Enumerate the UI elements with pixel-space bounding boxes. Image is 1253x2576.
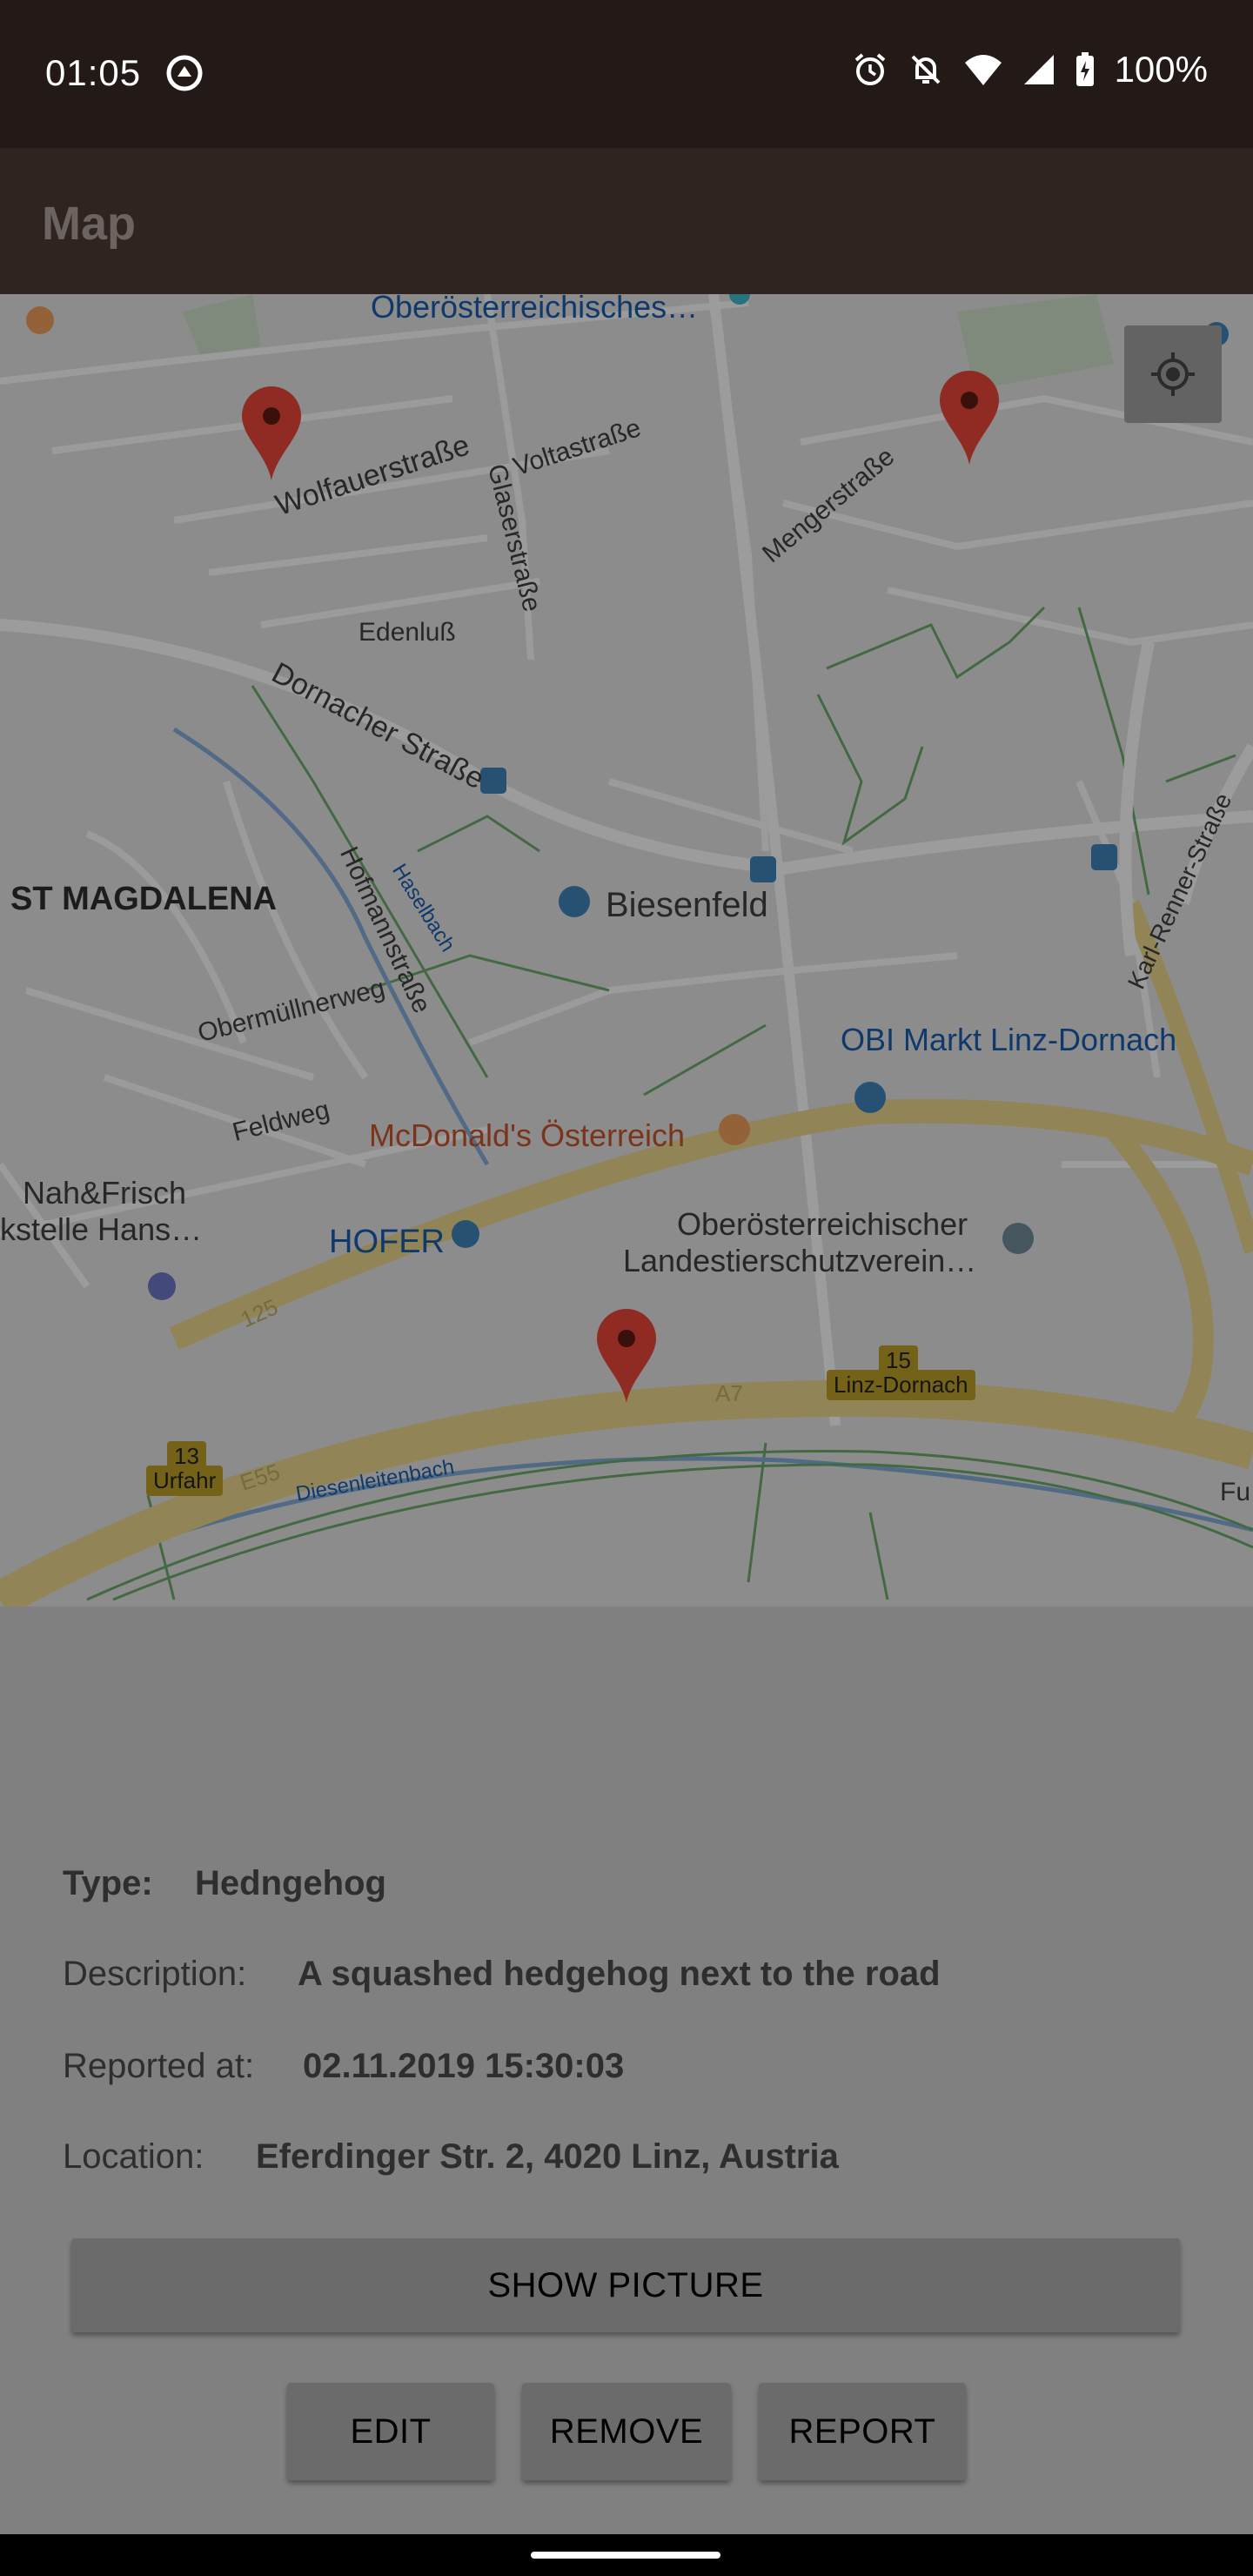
- notifications-off-icon: [911, 55, 940, 84]
- status-icons: 100%: [852, 49, 1208, 91]
- reported-label: Reported at:: [63, 2047, 255, 2085]
- description-row: Description: A squashed hedgehog next to …: [63, 1955, 941, 1994]
- report-button[interactable]: REPORT: [759, 2383, 966, 2480]
- type-label: Type:: [63, 1864, 153, 1902]
- alarm-icon: [854, 53, 885, 85]
- battery-percentage: 100%: [1114, 49, 1208, 90]
- wifi-icon: [964, 55, 1002, 85]
- location-label: Location:: [63, 2137, 204, 2176]
- app-bar: Map: [0, 148, 1253, 294]
- remove-button[interactable]: REMOVE: [522, 2383, 731, 2480]
- show-picture-button[interactable]: SHOW PICTURE: [71, 2238, 1180, 2332]
- navigation-bar: [0, 2534, 1253, 2576]
- location-row: Location: Eferdinger Str. 2, 4020 Linz, A…: [63, 2137, 839, 2177]
- battery-charging-icon: [1075, 52, 1094, 86]
- signal-icon: [1023, 55, 1054, 84]
- type-value: Hedngehog: [195, 1864, 386, 1902]
- reported-value: 02.11.2019 15:30:03: [303, 2047, 625, 2085]
- location-value: Eferdinger Str. 2, 4020 Linz, Austria: [256, 2137, 839, 2176]
- edit-button[interactable]: EDIT: [287, 2383, 494, 2480]
- reported-row: Reported at: 02.11.2019 15:30:03: [63, 2047, 624, 2086]
- home-gesture-handle[interactable]: [531, 2552, 720, 2559]
- status-time: 01:05: [45, 52, 142, 93]
- status-bar: 01:05 100%: [0, 0, 1253, 148]
- description-label: Description:: [63, 1955, 247, 1993]
- map-view[interactable]: Oberösterreichisches… Wolfauerstraße Vol…: [0, 294, 1253, 1607]
- type-row: Type: Hedngehog: [63, 1864, 386, 1903]
- details-sheet: Type: Hedngehog Description: A squashed he…: [0, 1607, 1253, 2534]
- page-title: Map: [42, 198, 136, 250]
- description-value: A squashed hedgehog next to the road: [298, 1955, 941, 1993]
- app-sync-icon: [166, 55, 203, 91]
- map-scrim: [0, 294, 1253, 1607]
